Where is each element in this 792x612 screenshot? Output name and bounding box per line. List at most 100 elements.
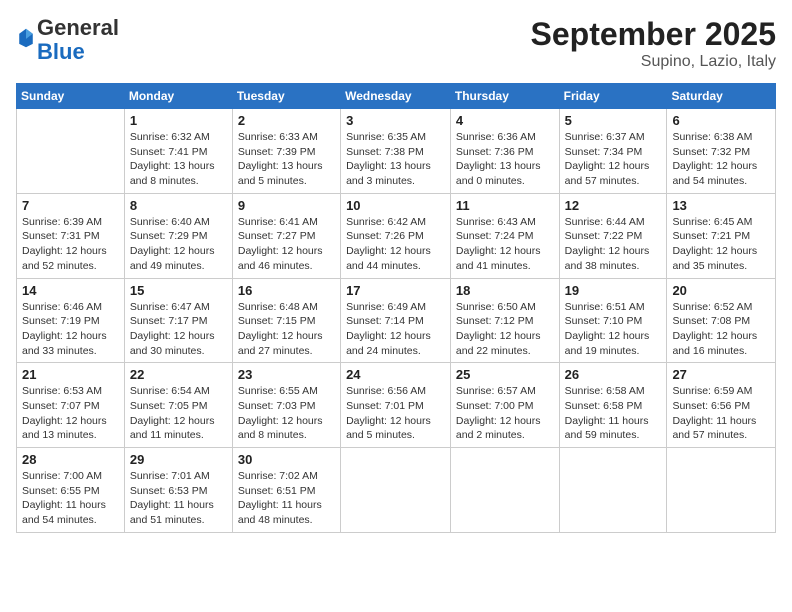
calendar-cell: 7 Sunrise: 6:39 AM Sunset: 7:31 PM Daylig… [17, 193, 125, 278]
calendar-week-row: 28 Sunrise: 7:00 AM Sunset: 6:55 PM Dayli… [17, 448, 776, 533]
calendar-cell: 8Sunrise: 6:40 AM Sunset: 7:29 PM Daylig… [124, 193, 232, 278]
day-number: 25 [456, 367, 554, 382]
day-number: 21 [22, 367, 119, 382]
day-number: 27 [672, 367, 770, 382]
calendar-cell: 19Sunrise: 6:51 AM Sunset: 7:10 PM Dayli… [559, 278, 667, 363]
day-info: Sunrise: 6:47 AM Sunset: 7:17 PM Dayligh… [130, 300, 227, 359]
day-number: 13 [672, 198, 770, 213]
location: Supino, Lazio, Italy [531, 53, 776, 71]
day-info: Sunrise: 6:38 AM Sunset: 7:32 PM Dayligh… [672, 130, 770, 189]
day-info: Sunrise: 6:52 AM Sunset: 7:08 PM Dayligh… [672, 300, 770, 359]
calendar-col-header: Wednesday [341, 84, 451, 109]
day-number: 20 [672, 283, 770, 298]
day-info: Sunrise: 7:01 AM Sunset: 6:53 PM Dayligh… [130, 469, 227, 528]
day-number: 6 [672, 113, 770, 128]
day-info: Sunrise: 6:45 AM Sunset: 7:21 PM Dayligh… [672, 215, 770, 274]
day-info: Sunrise: 6:40 AM Sunset: 7:29 PM Dayligh… [130, 215, 227, 274]
day-info: Sunrise: 6:44 AM Sunset: 7:22 PM Dayligh… [565, 215, 662, 274]
title-block: September 2025 Supino, Lazio, Italy [531, 16, 776, 71]
day-number: 19 [565, 283, 662, 298]
calendar-cell: 15 Sunrise: 6:47 AM Sunset: 7:17 PM Dayli… [124, 278, 232, 363]
calendar-cell: 12 Sunrise: 6:44 AM Sunset: 7:22 PM Dayli… [559, 193, 667, 278]
calendar-cell [450, 448, 559, 533]
calendar-cell: 16 Sunrise: 6:48 AM Sunset: 7:15 PM Dayli… [232, 278, 340, 363]
calendar-cell [17, 109, 125, 194]
calendar-col-header: Saturday [667, 84, 776, 109]
day-number: 12 [565, 198, 662, 213]
day-info: Sunrise: 6:56 AM Sunset: 7:01 PM Dayligh… [346, 384, 445, 443]
day-number: 7 [22, 198, 119, 213]
day-number: 18 [456, 283, 554, 298]
day-info: Sunrise: 6:48 AM Sunset: 7:15 PM Dayligh… [238, 300, 335, 359]
day-info: Sunrise: 6:59 AM Sunset: 6:56 PM Dayligh… [672, 384, 770, 443]
calendar-week-row: 7 Sunrise: 6:39 AM Sunset: 7:31 PM Daylig… [17, 193, 776, 278]
day-number: 11 [456, 198, 554, 213]
day-number: 15 [130, 283, 227, 298]
day-info: Sunrise: 6:43 AM Sunset: 7:24 PM Dayligh… [456, 215, 554, 274]
calendar-cell: 23 Sunrise: 6:55 AM Sunset: 7:03 PM Dayli… [232, 363, 340, 448]
day-info: Sunrise: 6:32 AM Sunset: 7:41 PM Dayligh… [130, 130, 227, 189]
day-info: Sunrise: 7:00 AM Sunset: 6:55 PM Dayligh… [22, 469, 119, 528]
day-number: 26 [565, 367, 662, 382]
day-info: Sunrise: 6:39 AM Sunset: 7:31 PM Dayligh… [22, 215, 119, 274]
logo-blue: Blue [37, 39, 85, 64]
calendar-cell: 26 Sunrise: 6:58 AM Sunset: 6:58 PM Dayli… [559, 363, 667, 448]
calendar-cell [559, 448, 667, 533]
calendar-cell: 14Sunrise: 6:46 AM Sunset: 7:19 PM Dayli… [17, 278, 125, 363]
day-number: 23 [238, 367, 335, 382]
day-number: 10 [346, 198, 445, 213]
day-number: 28 [22, 452, 119, 467]
calendar-col-header: Thursday [450, 84, 559, 109]
calendar-col-header: Friday [559, 84, 667, 109]
calendar-cell [667, 448, 776, 533]
day-number: 24 [346, 367, 445, 382]
month-title: September 2025 [531, 16, 776, 53]
calendar-week-row: 14Sunrise: 6:46 AM Sunset: 7:19 PM Dayli… [17, 278, 776, 363]
day-number: 1 [130, 113, 227, 128]
calendar-cell: 18 Sunrise: 6:50 AM Sunset: 7:12 PM Dayli… [450, 278, 559, 363]
day-number: 29 [130, 452, 227, 467]
day-info: Sunrise: 6:46 AM Sunset: 7:19 PM Dayligh… [22, 300, 119, 359]
calendar-table: SundayMondayTuesdayWednesdayThursdayFrid… [16, 83, 776, 533]
day-number: 22 [130, 367, 227, 382]
calendar-cell: 9Sunrise: 6:41 AM Sunset: 7:27 PM Daylig… [232, 193, 340, 278]
day-info: Sunrise: 6:58 AM Sunset: 6:58 PM Dayligh… [565, 384, 662, 443]
page: General Blue September 2025 Supino, Lazi… [0, 0, 792, 612]
day-number: 16 [238, 283, 335, 298]
calendar-cell: 27 Sunrise: 6:59 AM Sunset: 6:56 PM Dayli… [667, 363, 776, 448]
logo-icon [17, 27, 35, 49]
day-info: Sunrise: 6:35 AM Sunset: 7:38 PM Dayligh… [346, 130, 445, 189]
day-info: Sunrise: 6:54 AM Sunset: 7:05 PM Dayligh… [130, 384, 227, 443]
calendar-cell: 25 Sunrise: 6:57 AM Sunset: 7:00 PM Dayli… [450, 363, 559, 448]
day-info: Sunrise: 6:53 AM Sunset: 7:07 PM Dayligh… [22, 384, 119, 443]
calendar-cell: 11 Sunrise: 6:43 AM Sunset: 7:24 PM Dayli… [450, 193, 559, 278]
day-info: Sunrise: 6:42 AM Sunset: 7:26 PM Dayligh… [346, 215, 445, 274]
day-info: Sunrise: 6:57 AM Sunset: 7:00 PM Dayligh… [456, 384, 554, 443]
calendar-week-row: 21 Sunrise: 6:53 AM Sunset: 7:07 PM Dayli… [17, 363, 776, 448]
calendar-cell: 3 Sunrise: 6:35 AM Sunset: 7:38 PM Daylig… [341, 109, 451, 194]
calendar-cell: 28 Sunrise: 7:00 AM Sunset: 6:55 PM Dayli… [17, 448, 125, 533]
calendar-cell: 6 Sunrise: 6:38 AM Sunset: 7:32 PM Daylig… [667, 109, 776, 194]
calendar-cell [341, 448, 451, 533]
calendar-cell: 22 Sunrise: 6:54 AM Sunset: 7:05 PM Dayli… [124, 363, 232, 448]
calendar-cell: 13 Sunrise: 6:45 AM Sunset: 7:21 PM Dayli… [667, 193, 776, 278]
calendar-cell: 10 Sunrise: 6:42 AM Sunset: 7:26 PM Dayli… [341, 193, 451, 278]
calendar-cell: 5Sunrise: 6:37 AM Sunset: 7:34 PM Daylig… [559, 109, 667, 194]
day-info: Sunrise: 6:41 AM Sunset: 7:27 PM Dayligh… [238, 215, 335, 274]
calendar-week-row: 1 Sunrise: 6:32 AM Sunset: 7:41 PM Daylig… [17, 109, 776, 194]
day-info: Sunrise: 7:02 AM Sunset: 6:51 PM Dayligh… [238, 469, 335, 528]
calendar-cell: 2Sunrise: 6:33 AM Sunset: 7:39 PM Daylig… [232, 109, 340, 194]
day-info: Sunrise: 6:50 AM Sunset: 7:12 PM Dayligh… [456, 300, 554, 359]
day-number: 4 [456, 113, 554, 128]
calendar-cell: 17Sunrise: 6:49 AM Sunset: 7:14 PM Dayli… [341, 278, 451, 363]
day-number: 5 [565, 113, 662, 128]
day-info: Sunrise: 6:55 AM Sunset: 7:03 PM Dayligh… [238, 384, 335, 443]
day-number: 3 [346, 113, 445, 128]
logo: General Blue [16, 16, 119, 64]
calendar-cell: 20 Sunrise: 6:52 AM Sunset: 7:08 PM Dayli… [667, 278, 776, 363]
logo-general: General [37, 15, 119, 40]
calendar-cell: 29 Sunrise: 7:01 AM Sunset: 6:53 PM Dayli… [124, 448, 232, 533]
calendar-header-row: SundayMondayTuesdayWednesdayThursdayFrid… [17, 84, 776, 109]
day-info: Sunrise: 6:49 AM Sunset: 7:14 PM Dayligh… [346, 300, 445, 359]
calendar-cell: 4Sunrise: 6:36 AM Sunset: 7:36 PM Daylig… [450, 109, 559, 194]
